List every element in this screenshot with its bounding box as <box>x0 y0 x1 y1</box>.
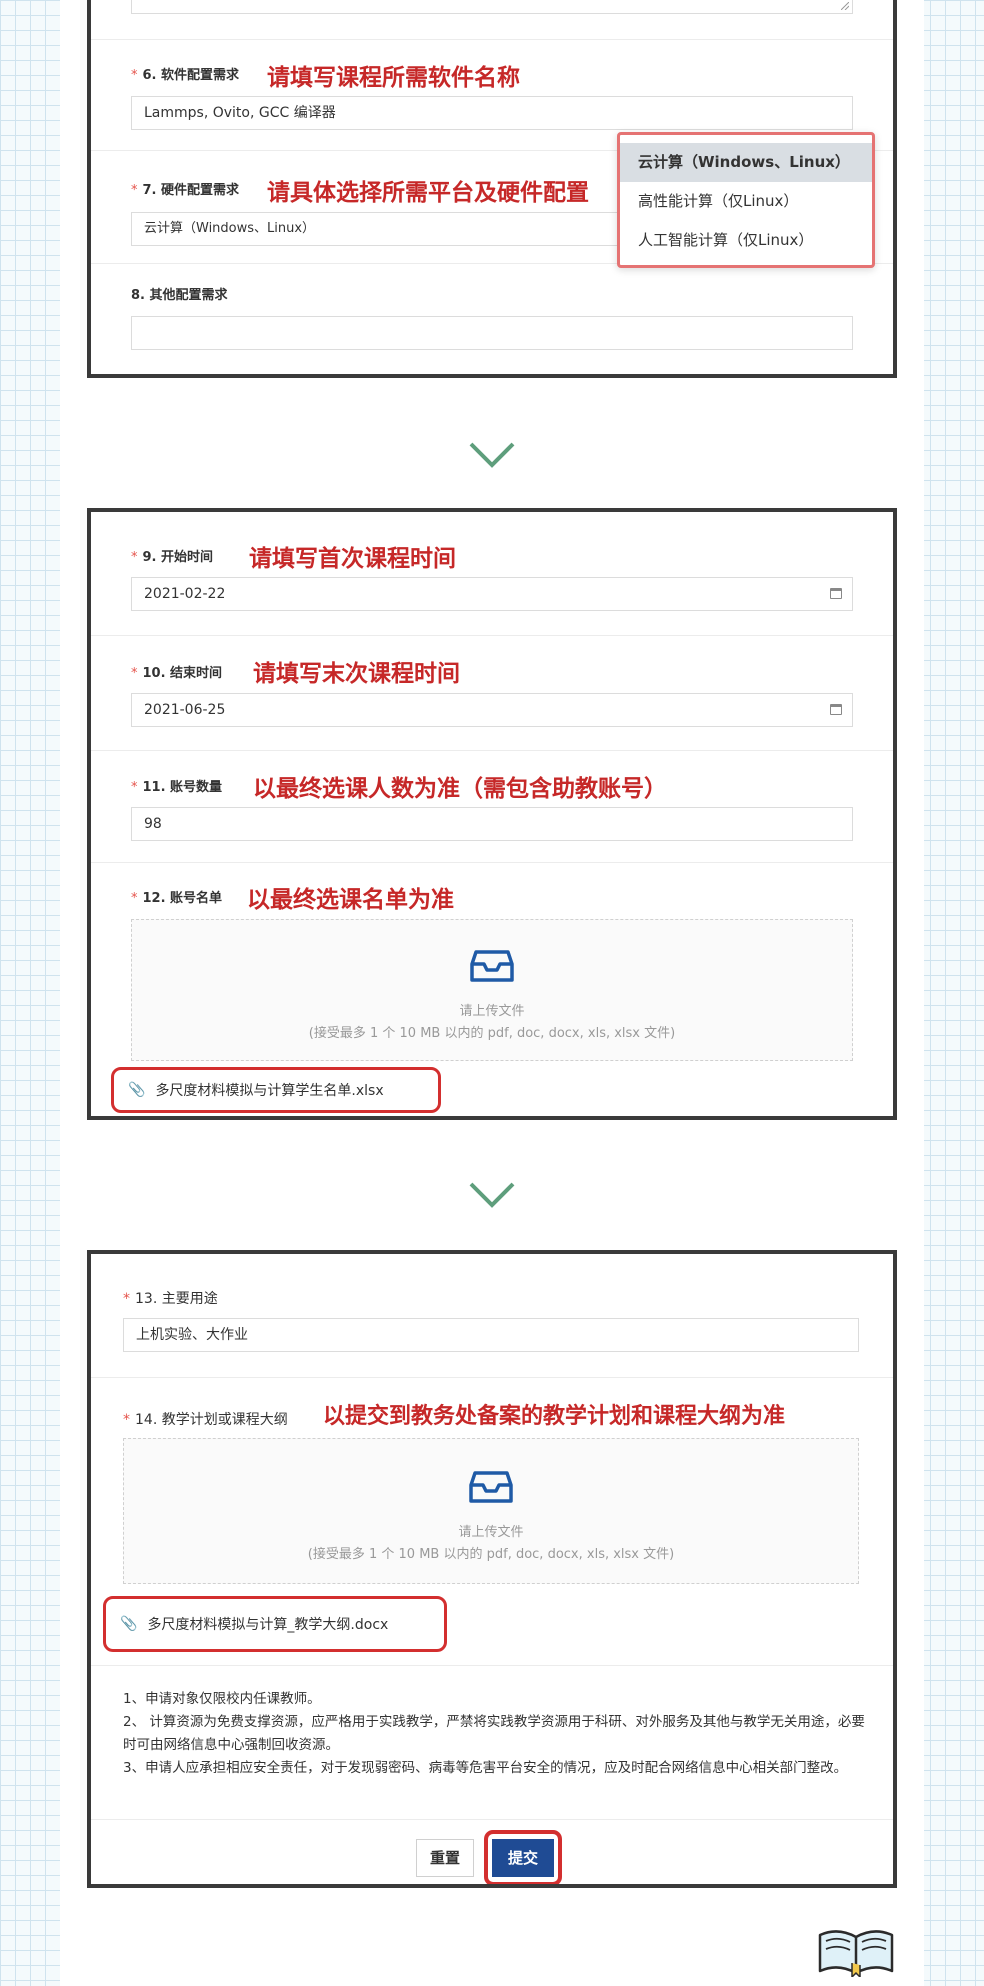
uploaded-file-name: 多尺度材料模拟与计算学生名单.xlsx <box>155 1083 384 1099</box>
field-account-list: * 12. 账号名单 以最终选课名单为准 请上传文件 (接受最多 1 个 10 M… <box>91 863 893 1116</box>
field-label: * 11. 账号数量 <box>131 776 222 795</box>
field-label: * 6. 软件配置需求 <box>131 64 239 83</box>
field-label-text: 14. 教学计划或课程大纲 <box>135 1412 288 1428</box>
account-count-input[interactable]: 98 <box>131 807 853 841</box>
required-mark: * <box>131 780 138 795</box>
annotation: 请填写首次课程时间 <box>249 546 456 572</box>
required-mark: * <box>131 183 138 198</box>
paperclip-icon: 📎 <box>128 1082 146 1098</box>
annotation: 请具体选择所需平台及硬件配置 <box>267 180 589 206</box>
required-mark: * <box>131 68 138 83</box>
annotation: 请填写末次课程时间 <box>253 661 460 687</box>
submit-button[interactable]: 提交 <box>492 1839 554 1877</box>
dropdown-option[interactable]: 高性能计算（仅Linux） <box>620 182 872 221</box>
previous-textarea-field <box>91 0 893 40</box>
field-label-text: 7. 硬件配置需求 <box>142 183 240 198</box>
form-card-3: * 13. 主要用途 上机实验、大作业 * 14. 教学计划或课程大纲 以提交到教务… <box>87 1250 897 1888</box>
field-label-text: 10. 结束时间 <box>142 666 223 681</box>
form-actions: 重置 提交 <box>91 1820 893 1884</box>
note-item: 2、 计算资源为免费支撑资源，应严格用于实践教学，严禁将实践教学资源用于科研、对… <box>123 1714 865 1753</box>
annotation: 以最终选课人数为准（需包含助教账号） <box>253 776 667 802</box>
field-label: 8. 其他配置需求 <box>131 288 228 303</box>
upload-title: 请上传文件 <box>459 1004 525 1019</box>
field-other-config: 8. 其他配置需求 <box>91 264 893 374</box>
required-mark: * <box>123 1412 130 1428</box>
chevron-down-icon <box>469 442 515 468</box>
field-label-text: 13. 主要用途 <box>135 1291 218 1307</box>
uploaded-file-item[interactable]: 📎 多尺度材料模拟与计算学生名单.xlsx <box>111 1067 441 1113</box>
calendar-icon[interactable] <box>830 588 842 599</box>
note-item: 3、申请人应承担相应安全责任，对于发现弱密码、病毒等危害平台安全的情况，应及时配… <box>123 1760 848 1776</box>
note-item: 1、申请对象仅限校内任课教师。 <box>123 1691 321 1707</box>
field-label: * 9. 开始时间 <box>131 546 213 565</box>
field-account-count: * 11. 账号数量 以最终选课人数为准（需包含助教账号） 98 <box>91 751 893 863</box>
notes-section: 1、申请对象仅限校内任课教师。 2、 计算资源为免费支撑资源，应严格用于实践教学… <box>91 1666 893 1820</box>
other-config-input[interactable] <box>131 316 853 350</box>
required-mark: * <box>131 666 138 681</box>
field-label: * 14. 教学计划或课程大纲 <box>123 1409 288 1429</box>
start-date-input[interactable]: 2021-02-22 <box>131 577 853 611</box>
required-mark: * <box>131 891 138 906</box>
field-label-text: 9. 开始时间 <box>142 550 214 565</box>
upload-hint: (接受最多 1 个 10 MB 以内的 pdf, doc, docx, xls,… <box>307 1547 675 1562</box>
start-date-value: 2021-02-22 <box>144 586 226 602</box>
resize-handle-icon <box>841 2 849 10</box>
field-label: * 7. 硬件配置需求 <box>131 179 239 198</box>
previous-textarea[interactable] <box>131 0 853 14</box>
field-end-time: * 10. 结束时间 请填写末次课程时间 2021-06-25 <box>91 636 893 751</box>
field-label-text: 6. 软件配置需求 <box>142 68 240 83</box>
file-upload-dropzone[interactable]: 请上传文件 (接受最多 1 个 10 MB 以内的 pdf, doc, docx… <box>131 919 853 1061</box>
field-syllabus: * 14. 教学计划或课程大纲 以提交到教务处备案的教学计划和课程大纲为准 请上传… <box>91 1378 893 1666</box>
inbox-icon <box>469 1471 513 1503</box>
uploaded-file-name: 多尺度材料模拟与计算_教学大纲.docx <box>147 1617 389 1633</box>
end-date-input[interactable]: 2021-06-25 <box>131 693 853 727</box>
form-card-2: * 9. 开始时间 请填写首次课程时间 2021-02-22 * 10. 结束时间 … <box>87 508 897 1120</box>
reset-button[interactable]: 重置 <box>416 1839 474 1877</box>
field-start-time: * 9. 开始时间 请填写首次课程时间 2021-02-22 <box>91 512 893 636</box>
field-label-text: 11. 账号数量 <box>142 780 223 795</box>
upload-title: 请上传文件 <box>458 1525 524 1540</box>
uploaded-file-item[interactable]: 📎 多尺度材料模拟与计算_教学大纲.docx <box>103 1596 447 1652</box>
software-input[interactable]: Lammps, Ovito, GCC 编译器 <box>131 96 853 130</box>
upload-hint: (接受最多 1 个 10 MB 以内的 pdf, doc, docx, xls,… <box>308 1026 676 1041</box>
field-main-use: * 13. 主要用途 上机实验、大作业 <box>91 1254 893 1378</box>
field-label: * 10. 结束时间 <box>131 662 222 681</box>
inbox-icon <box>470 950 514 982</box>
end-date-value: 2021-06-25 <box>144 702 226 718</box>
dropdown-option[interactable]: 云计算（Windows、Linux） <box>620 143 872 182</box>
paperclip-icon: 📎 <box>120 1616 138 1632</box>
annotation: 请填写课程所需软件名称 <box>267 65 520 91</box>
chevron-down-icon <box>469 1182 515 1208</box>
terms-notes: 1、申请对象仅限校内任课教师。 2、 计算资源为免费支撑资源，应严格用于实践教学… <box>123 1688 873 1780</box>
calendar-icon[interactable] <box>830 704 842 715</box>
main-use-input[interactable]: 上机实验、大作业 <box>123 1318 859 1352</box>
field-label-text: 12. 账号名单 <box>142 891 223 906</box>
required-mark: * <box>131 550 138 565</box>
annotation: 以提交到教务处备案的教学计划和课程大纲为准 <box>323 1404 786 1429</box>
dropdown-option[interactable]: 人工智能计算（仅Linux） <box>620 221 872 260</box>
required-mark: * <box>123 1291 130 1307</box>
hardware-dropdown-menu: 云计算（Windows、Linux） 高性能计算（仅Linux） 人工智能计算（… <box>617 132 875 268</box>
file-upload-dropzone[interactable]: 请上传文件 (接受最多 1 个 10 MB 以内的 pdf, doc, docx… <box>123 1438 859 1584</box>
field-label: * 12. 账号名单 <box>131 887 222 906</box>
annotation: 以最终选课名单为准 <box>247 887 454 913</box>
book-icon <box>818 1930 894 1977</box>
field-label: * 13. 主要用途 <box>123 1288 218 1308</box>
